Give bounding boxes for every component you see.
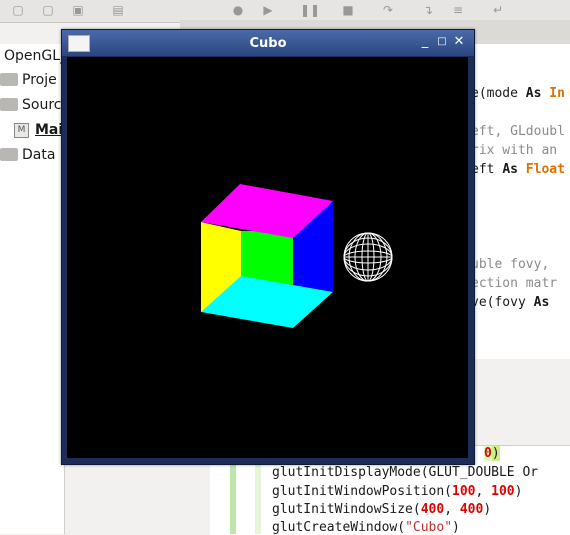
code-line: eft, GLdoubl	[471, 124, 565, 139]
tree-item-label: Proje	[22, 72, 57, 88]
code-line: rix with an	[471, 143, 558, 158]
tree-item-data[interactable]: Data	[0, 147, 55, 169]
folder-icon	[0, 147, 18, 161]
folder-icon	[0, 72, 18, 86]
code-line: ection matr	[471, 276, 558, 291]
tree-root-label: OpenGL_	[4, 48, 68, 64]
toolbar-icon[interactable]: ▢	[40, 2, 56, 18]
window-title: Cubo	[249, 36, 287, 51]
toolbar-icon[interactable]: ▤	[110, 2, 126, 18]
toolbar-icon[interactable]: ■	[340, 2, 356, 18]
toolbar-icon[interactable]: ❚❚	[300, 2, 320, 18]
tree-item-label: Data	[22, 147, 56, 163]
scene-svg	[201, 184, 393, 328]
code-line: e(mode As In	[471, 86, 565, 101]
toolbar-icon[interactable]: ▣	[70, 2, 86, 18]
code-line: glutInitWindowSize(400, 400)	[272, 502, 492, 517]
code-line: glutCreateWindow("Cubo")	[272, 520, 460, 535]
tree-item-main[interactable]: M Mai	[14, 122, 63, 144]
toolbar-icon[interactable]: ▢	[10, 2, 26, 18]
code-line: 0)	[484, 446, 500, 461]
project-tree: OpenGL_ Proje Sourc M Mai Data	[0, 44, 67, 534]
folder-icon	[0, 97, 18, 111]
close-button[interactable]: ✕	[452, 35, 466, 49]
code-editor[interactable]: e(mode As In eft, GLdoubl rix with an ef…	[470, 44, 570, 359]
code-line: eft As Float	[471, 162, 565, 177]
toolbar-icon[interactable]: ↵	[490, 2, 506, 18]
tree-item-sources[interactable]: Sourc	[0, 97, 61, 119]
tree-root[interactable]: OpenGL_	[4, 48, 67, 70]
toolbar-icon[interactable]: ●	[230, 2, 246, 18]
window-titlebar[interactable]: Cubo _ □ ✕	[62, 30, 474, 56]
maximize-button[interactable]: □	[435, 35, 449, 49]
opengl-canvas[interactable]	[67, 57, 468, 458]
toolbar-icon[interactable]: ↷	[380, 2, 396, 18]
tree-item-label: Mai	[35, 122, 64, 138]
module-icon: M	[14, 122, 29, 138]
toolbar-icon[interactable]: ≡	[450, 2, 466, 18]
tree-item-label: Sourc	[22, 97, 62, 113]
minimize-button[interactable]: _	[418, 35, 432, 49]
code-line: uble fovy,	[471, 257, 550, 272]
wire-sphere	[343, 232, 393, 282]
toolbar-icon[interactable]: ↴	[420, 2, 436, 18]
code-line: glutInitWindowPosition(100, 100)	[272, 484, 523, 499]
code-line: glutInitDisplayMode(GLUT_DOUBLE Or	[272, 465, 539, 480]
toolbar-icon[interactable]: ▶	[260, 2, 276, 18]
cubo-window[interactable]: Cubo _ □ ✕	[61, 29, 475, 465]
tree-item-project[interactable]: Proje	[0, 72, 57, 94]
code-line: ve(fovy As	[471, 295, 550, 310]
